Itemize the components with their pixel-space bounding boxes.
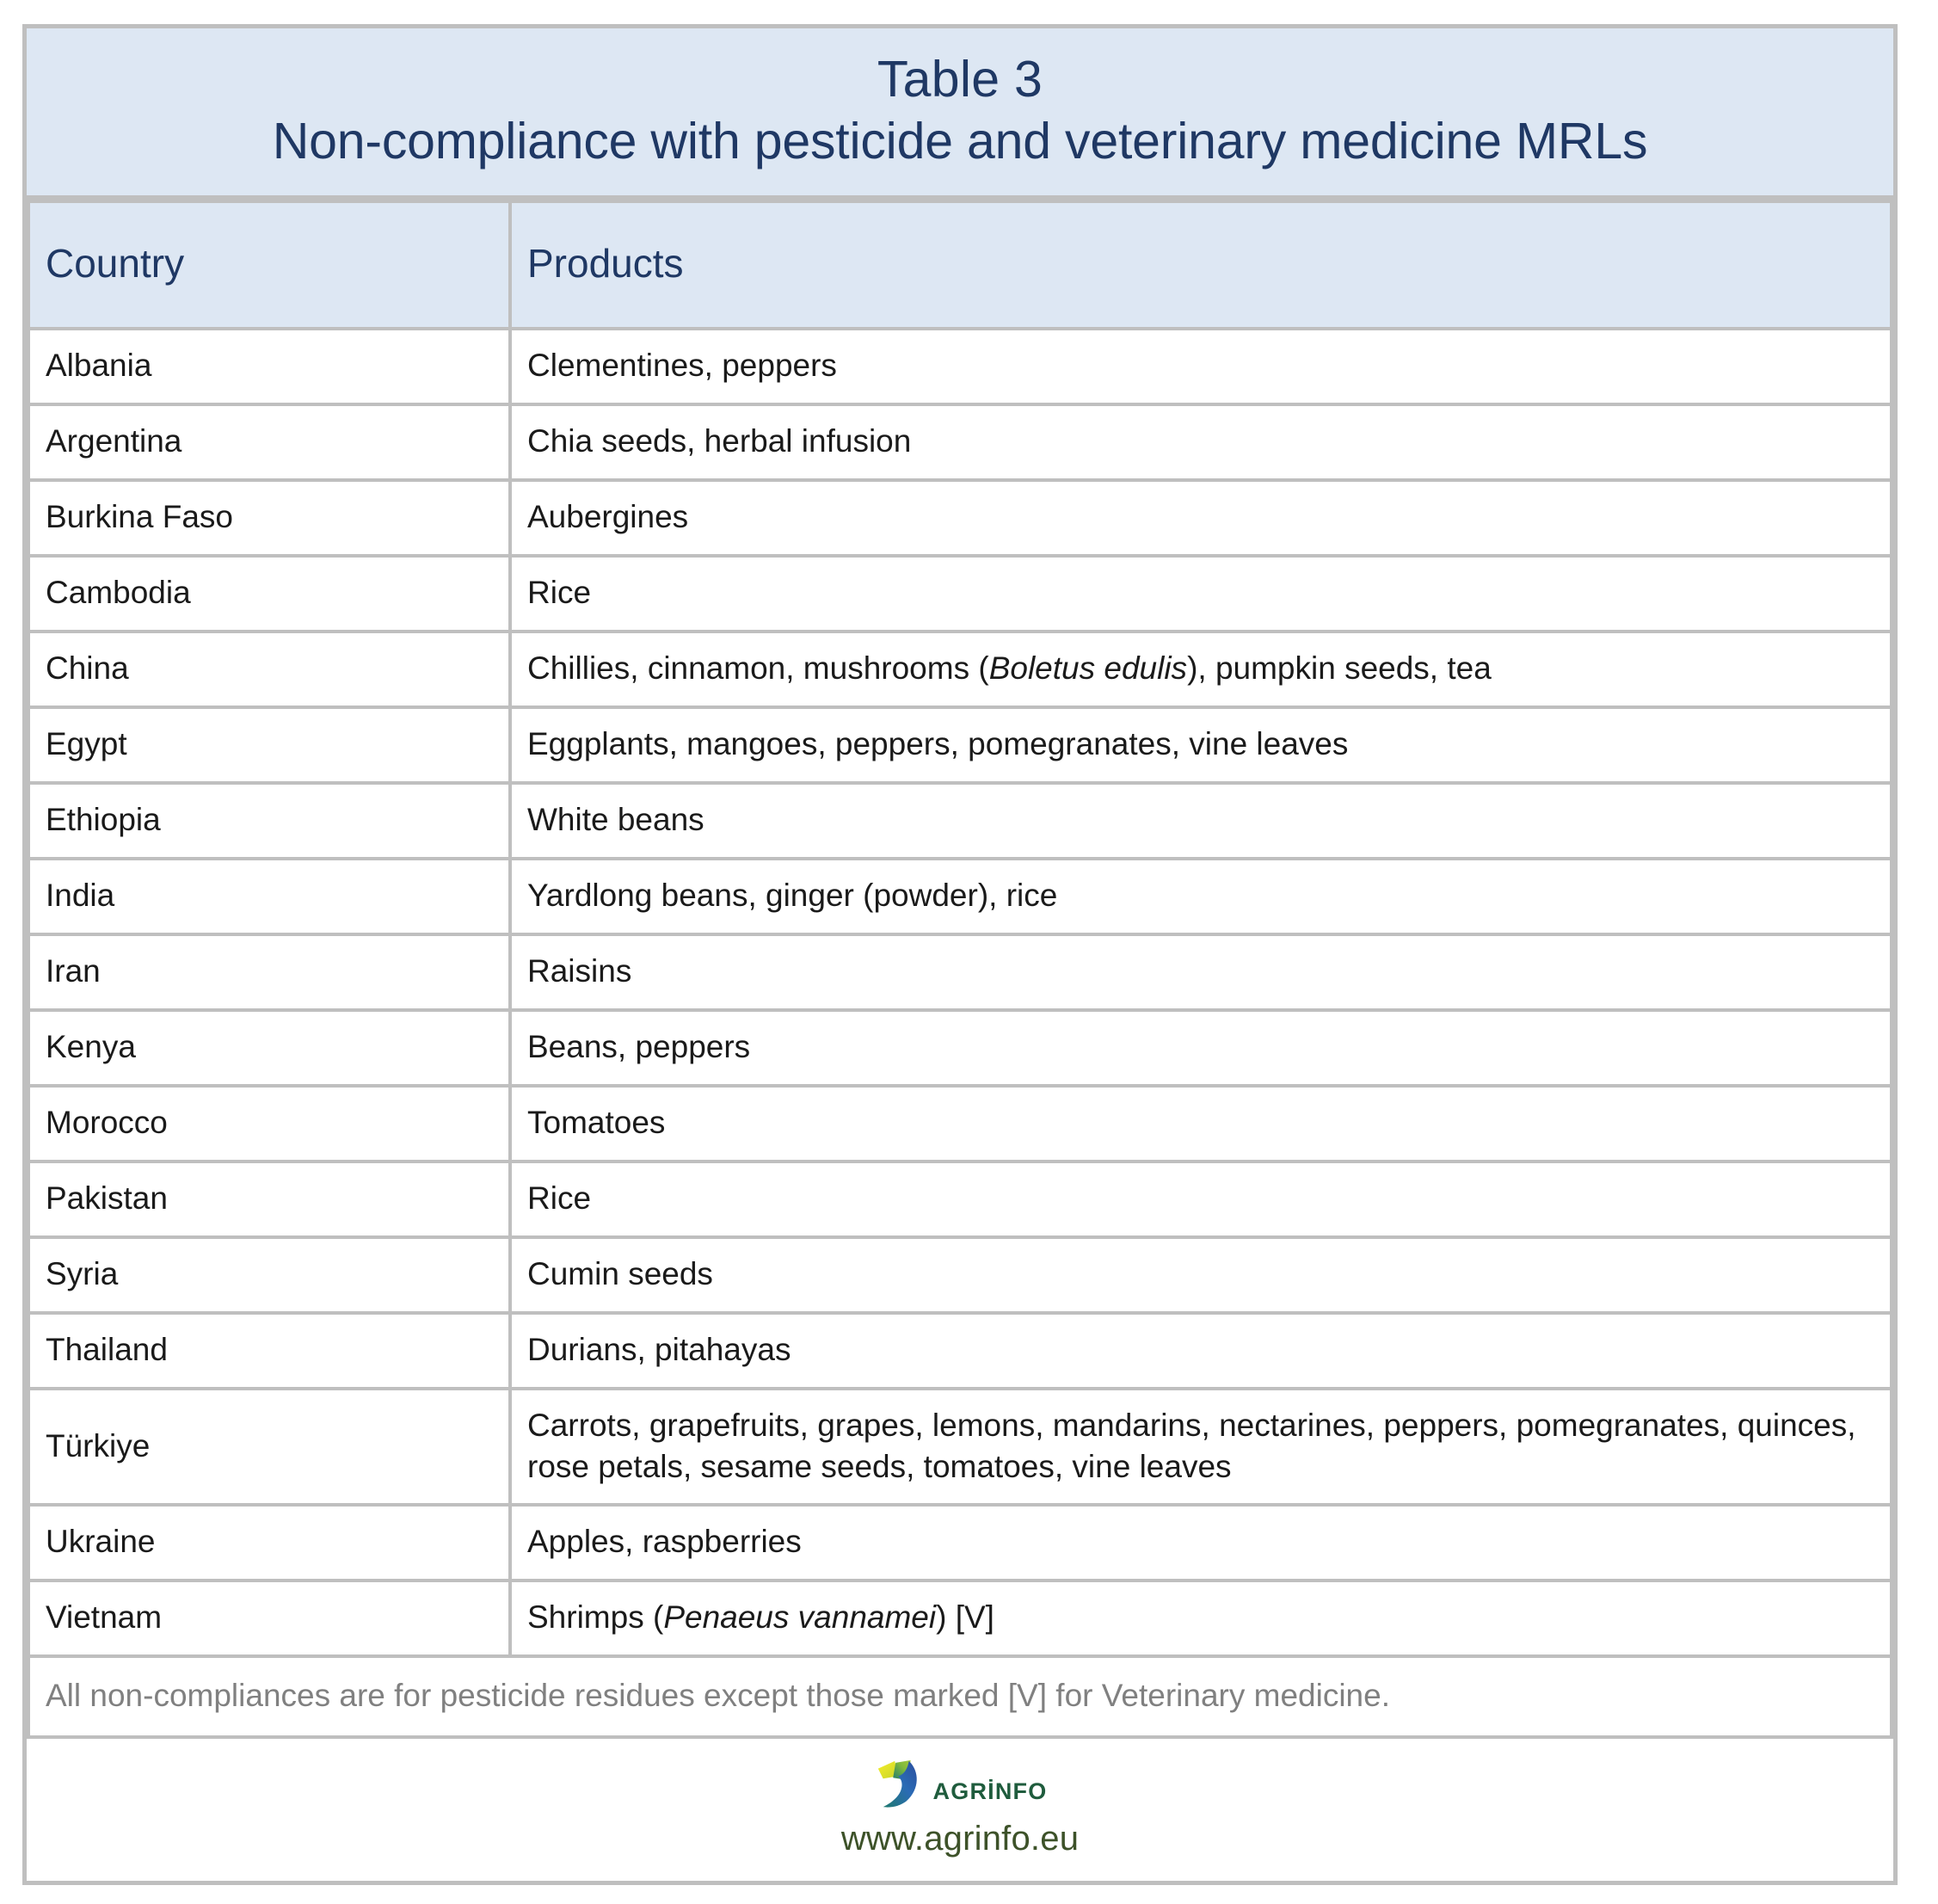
cell-products: Cumin seeds xyxy=(508,1235,1893,1316)
cell-country: China xyxy=(27,630,512,710)
mrl-table: Country Products Albania Clementines, pep… xyxy=(27,200,1893,1739)
table-row: Iran Raisins xyxy=(27,933,1893,1013)
cell-country: Kenya xyxy=(27,1008,512,1088)
agrinfo-logo-icon xyxy=(873,1758,926,1811)
cell-country: Syria xyxy=(27,1235,512,1316)
cell-products: Rice xyxy=(508,554,1893,634)
cell-country: Burkina Faso xyxy=(27,478,512,558)
table-row: Albania Clementines, peppers xyxy=(27,327,1893,407)
table-row: Egypt Eggplants, mangoes, peppers, pomegr… xyxy=(27,706,1893,786)
cell-country: Ethiopia xyxy=(27,781,512,861)
cell-products: Durians, pitahayas xyxy=(508,1311,1893,1391)
cell-products: Carrots, grapefruits, grapes, lemons, ma… xyxy=(508,1387,1893,1507)
table-head: Country Products xyxy=(27,200,1893,331)
table-number: Table 3 xyxy=(877,51,1043,108)
table-footer: AGRİNFO www.agrinfo.eu xyxy=(27,1738,1893,1881)
cell-products: White beans xyxy=(508,781,1893,861)
table-row: Ukraine Apples, raspberries xyxy=(27,1502,1893,1582)
logo-wordmark: AGRİNFO xyxy=(932,1778,1048,1805)
cell-products: Rice xyxy=(508,1160,1893,1240)
cell-country: Egypt xyxy=(27,706,512,786)
table-body: Albania Clementines, peppers Argentina Chia… xyxy=(27,327,1893,1658)
table-row: Argentina Chia seeds, herbal infusion xyxy=(27,403,1893,483)
cell-country: Thailand xyxy=(27,1311,512,1391)
species-name: Boletus edulis xyxy=(988,650,1188,687)
product-text: ) [V] xyxy=(936,1599,994,1636)
footnote-row: All non-compliances are for pesticide re… xyxy=(27,1654,1893,1739)
table-row: India Yardlong beans, ginger (powder), ri… xyxy=(27,857,1893,937)
document-page: Table 3 Non-compliance with pesticide an… xyxy=(0,0,1938,1904)
table-title-block: Table 3 Non-compliance with pesticide an… xyxy=(27,28,1893,200)
table-row: Ethiopia White beans xyxy=(27,781,1893,861)
cell-products: Raisins xyxy=(508,933,1893,1013)
cell-country: Iran xyxy=(27,933,512,1013)
table-row: Morocco Tomatoes xyxy=(27,1084,1893,1164)
product-text: Shrimps ( xyxy=(527,1599,664,1636)
table-row: Syria Cumin seeds xyxy=(27,1235,1893,1316)
cell-country: Pakistan xyxy=(27,1160,512,1240)
cell-products: Tomatoes xyxy=(508,1084,1893,1164)
cell-country: Türkiye xyxy=(27,1387,512,1507)
cell-products: Beans, peppers xyxy=(508,1008,1893,1088)
table-row: Burkina Faso Aubergines xyxy=(27,478,1893,558)
table-header-row: Country Products xyxy=(27,200,1893,331)
cell-products: Yardlong beans, ginger (powder), rice xyxy=(508,857,1893,937)
cell-country: Albania xyxy=(27,327,512,407)
cell-products: Shrimps (Penaeus vannamei) [V] xyxy=(508,1578,1893,1658)
table-row: Vietnam Shrimps (Penaeus vannamei) [V] xyxy=(27,1578,1893,1658)
table-row: Thailand Durians, pitahayas xyxy=(27,1311,1893,1391)
table-row: China Chillies, cinnamon, mushrooms (Bole… xyxy=(27,630,1893,710)
footnote-text: All non-compliances are for pesticide re… xyxy=(27,1654,1893,1739)
cell-products: Chia seeds, herbal infusion xyxy=(508,403,1893,483)
table-row: Kenya Beans, peppers xyxy=(27,1008,1893,1088)
site-url[interactable]: www.agrinfo.eu xyxy=(27,1820,1893,1858)
product-text: ), pumpkin seeds, tea xyxy=(1187,650,1492,687)
cell-products: Clementines, peppers xyxy=(508,327,1893,407)
product-text: Chillies, cinnamon, mushrooms ( xyxy=(527,650,989,687)
table-container: Table 3 Non-compliance with pesticide an… xyxy=(22,24,1898,1885)
table-row: Türkiye Carrots, grapefruits, grapes, lem… xyxy=(27,1387,1893,1507)
cell-country: India xyxy=(27,857,512,937)
cell-country: Vietnam xyxy=(27,1578,512,1658)
cell-products: Chillies, cinnamon, mushrooms (Boletus e… xyxy=(508,630,1893,710)
cell-country: Argentina xyxy=(27,403,512,483)
cell-products: Aubergines xyxy=(508,478,1893,558)
cell-products: Eggplants, mangoes, peppers, pomegranate… xyxy=(508,706,1893,786)
species-name: Penaeus vannamei xyxy=(663,1599,937,1636)
cell-country: Ukraine xyxy=(27,1502,512,1582)
page-title: Non-compliance with pesticide and veteri… xyxy=(272,113,1648,170)
logo-row: AGRİNFO xyxy=(27,1754,1893,1815)
cell-products: Apples, raspberries xyxy=(508,1502,1893,1582)
table-row: Cambodia Rice xyxy=(27,554,1893,634)
table-foot: All non-compliances are for pesticide re… xyxy=(27,1654,1893,1739)
cell-country: Morocco xyxy=(27,1084,512,1164)
cell-country: Cambodia xyxy=(27,554,512,634)
table-row: Pakistan Rice xyxy=(27,1160,1893,1240)
column-header-products: Products xyxy=(508,200,1893,331)
column-header-country: Country xyxy=(27,200,512,331)
